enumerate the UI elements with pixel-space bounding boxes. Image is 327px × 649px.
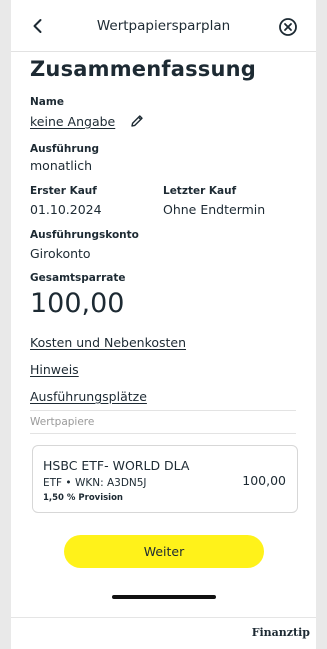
execution-label: Ausführung bbox=[30, 143, 100, 155]
name-label: Name bbox=[30, 96, 64, 108]
notice-link[interactable]: Hinweis bbox=[30, 362, 79, 377]
home-indicator bbox=[112, 595, 216, 599]
venues-link[interactable]: Ausführungsplätze bbox=[30, 389, 147, 404]
header-bar: Wertpapiersparplan bbox=[11, 0, 316, 52]
account-value: Girokonto bbox=[30, 246, 91, 261]
name-value-link[interactable]: keine Angabe bbox=[30, 114, 115, 129]
security-details: ETF • WKN: A3DN5J bbox=[43, 477, 147, 489]
last-purchase-label: Letzter Kauf bbox=[163, 185, 237, 197]
execution-value: monatlich bbox=[30, 158, 93, 173]
account-label: Ausführungskonto bbox=[30, 229, 139, 241]
total-rate-value: 100,00 bbox=[30, 288, 125, 319]
divider bbox=[30, 410, 296, 411]
close-circle-icon[interactable] bbox=[278, 17, 298, 37]
pencil-icon[interactable] bbox=[129, 113, 145, 129]
security-amount: 100,00 bbox=[242, 473, 286, 488]
header-title: Wertpapiersparplan bbox=[96, 18, 231, 34]
first-purchase-value: 01.10.2024 bbox=[30, 202, 102, 217]
total-rate-label: Gesamtsparrate bbox=[30, 272, 126, 284]
first-purchase-label: Erster Kauf bbox=[30, 185, 97, 197]
divider bbox=[30, 433, 296, 434]
costs-link[interactable]: Kosten und Nebenkosten bbox=[30, 335, 186, 350]
security-name: HSBC ETF- WORLD DLA bbox=[43, 458, 190, 473]
continue-button[interactable]: Weiter bbox=[64, 535, 264, 568]
security-card[interactable]: HSBC ETF- WORLD DLA ETF • WKN: A3DN5J 1,… bbox=[32, 445, 298, 513]
brand-logo: Finanztip bbox=[251, 626, 310, 639]
footer-divider bbox=[11, 617, 316, 618]
app-screen: Wertpapiersparplan Zusammenfassung Name … bbox=[11, 0, 316, 649]
page-title: Zusammenfassung bbox=[30, 57, 257, 81]
securities-section-label: Wertpapiere bbox=[30, 416, 95, 428]
last-purchase-value: Ohne Endtermin bbox=[163, 202, 266, 217]
security-commission: 1,50 % Provision bbox=[43, 493, 123, 503]
